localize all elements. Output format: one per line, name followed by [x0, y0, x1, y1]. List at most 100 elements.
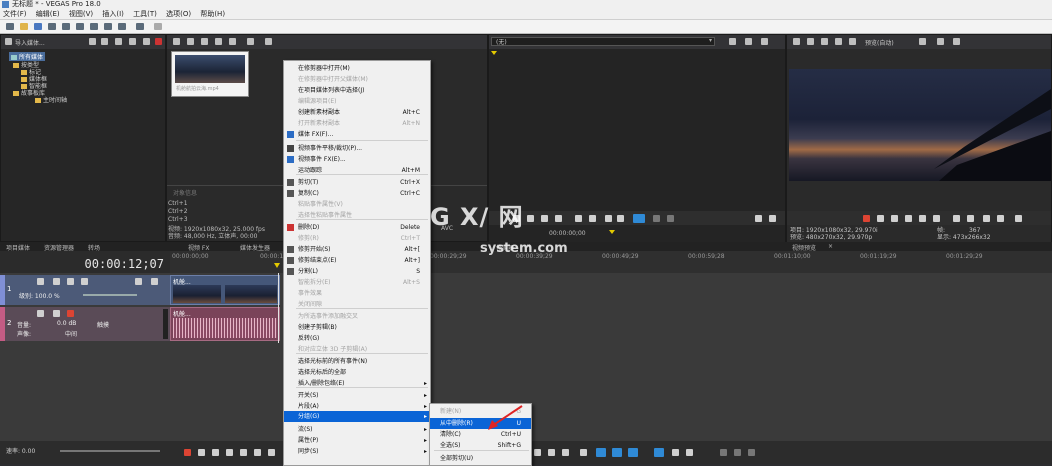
- pause-icon[interactable]: [919, 215, 926, 222]
- stop-icon[interactable]: [254, 449, 261, 456]
- pin-icon[interactable]: [729, 38, 736, 45]
- arm-record-icon[interactable]: [67, 310, 74, 317]
- forward-icon[interactable]: [617, 215, 624, 222]
- context-menu-item[interactable]: 复制(C) Ctrl+C: [284, 188, 430, 199]
- new-icon[interactable]: [6, 23, 14, 30]
- context-menu-item[interactable]: 流(S) ▸: [284, 424, 430, 435]
- context-menu-item[interactable]: 同步(S) ▸: [284, 446, 430, 457]
- mute-icon[interactable]: [135, 278, 142, 285]
- context-menu-item[interactable]: 选择光标前的所有事件(N): [284, 356, 430, 367]
- gear-icon[interactable]: [793, 38, 800, 45]
- edit-mode-icon[interactable]: [548, 449, 555, 456]
- rate-slider[interactable]: [60, 450, 160, 452]
- split-screen-icon[interactable]: [821, 38, 828, 45]
- next-frame-icon[interactable]: [589, 215, 596, 222]
- region-icon[interactable]: [720, 449, 727, 456]
- view-mode-icon[interactable]: [247, 38, 254, 45]
- stop-icon[interactable]: [555, 215, 562, 222]
- audio-track-header[interactable]: 2 音量: 0.0 dB 触摸 声像: 中间: [0, 307, 170, 341]
- context-menu-item[interactable]: 创建新素材副本 Alt+C: [284, 107, 430, 118]
- grid-icon[interactable]: [919, 38, 926, 45]
- record-icon[interactable]: [863, 215, 870, 222]
- play-icon[interactable]: [527, 215, 534, 222]
- menu-help[interactable]: 帮助(H): [200, 10, 225, 18]
- play-icon[interactable]: [201, 38, 208, 45]
- fx-icon[interactable]: [745, 38, 752, 45]
- media-thumbnail[interactable]: 机舱航拍云海.mp4: [171, 51, 249, 97]
- context-menu-item[interactable]: 创建子剪辑(B): [284, 322, 430, 333]
- delete-icon[interactable]: [155, 38, 162, 45]
- motion-icon[interactable]: [67, 278, 74, 285]
- context-menu-item[interactable]: 在修剪器中打开(M): [284, 63, 430, 74]
- lock-icon[interactable]: [534, 449, 541, 456]
- context-menu-item[interactable]: 分割(L) S: [284, 266, 430, 277]
- level-slider[interactable]: [83, 294, 137, 296]
- context-menu-item[interactable]: 在项目媒体列表中选择(J): [284, 85, 430, 96]
- play-from-start-icon[interactable]: [212, 449, 219, 456]
- play-icon[interactable]: [905, 215, 912, 222]
- prev-frame-icon[interactable]: [983, 215, 990, 222]
- collapse-icon[interactable]: [37, 278, 44, 285]
- mark-in-icon[interactable]: [653, 215, 660, 222]
- rewind-icon[interactable]: [605, 215, 612, 222]
- settings-icon[interactable]: [173, 38, 180, 45]
- command-marker-icon[interactable]: [748, 449, 755, 456]
- automation-mode[interactable]: 触摸: [97, 320, 109, 329]
- paste-icon[interactable]: [118, 23, 126, 30]
- save-snapshot-icon[interactable]: [953, 38, 960, 45]
- video-event[interactable]: 机舱...: [170, 275, 280, 305]
- video-track-header[interactable]: 1 级别: 100.0 %: [0, 275, 170, 305]
- fx-icon[interactable]: [807, 38, 814, 45]
- copy-snapshot-icon[interactable]: [937, 38, 944, 45]
- menu-edit[interactable]: 编辑(E): [36, 10, 60, 18]
- trim-icon[interactable]: [672, 449, 679, 456]
- close-icon[interactable]: ×: [828, 243, 833, 250]
- prev-frame-icon[interactable]: [575, 215, 582, 222]
- record-icon[interactable]: [184, 449, 191, 456]
- gear-icon[interactable]: [62, 23, 70, 30]
- stop-icon[interactable]: [933, 215, 940, 222]
- zoom-out-icon[interactable]: [755, 215, 762, 222]
- list-icon[interactable]: [1015, 215, 1022, 222]
- next-frame-icon[interactable]: [997, 215, 1004, 222]
- overlay-icon[interactable]: [835, 38, 842, 45]
- trimmer-dropdown[interactable]: (无): [491, 37, 715, 46]
- menu-insert[interactable]: 插入(I): [102, 10, 124, 18]
- play-icon[interactable]: [226, 449, 233, 456]
- composite-icon[interactable]: [81, 278, 88, 285]
- context-menu-item[interactable]: 选择光标后的全部: [284, 367, 430, 378]
- copy-icon[interactable]: [104, 23, 112, 30]
- auto-ripple-icon[interactable]: [580, 449, 587, 456]
- open-icon[interactable]: [20, 23, 28, 30]
- selection-tool-icon[interactable]: [628, 448, 638, 457]
- context-menu-item[interactable]: 反转(G): [284, 333, 430, 344]
- context-menu-item[interactable]: 视频事件 FX(E)...: [284, 154, 430, 165]
- context-menu-item[interactable]: 开关(S) ▸: [284, 390, 430, 401]
- auto-preview-icon[interactable]: [229, 38, 236, 45]
- capture-icon[interactable]: [89, 38, 96, 45]
- import-media-button[interactable]: 导入媒体...: [15, 38, 45, 47]
- loop-icon[interactable]: [198, 449, 205, 456]
- close-icon[interactable]: [761, 38, 768, 45]
- context-menu-item[interactable]: 修剪开始(S) Alt+[: [284, 244, 430, 255]
- loop-icon[interactable]: [877, 215, 884, 222]
- layers-icon[interactable]: [849, 38, 856, 45]
- collapse-icon[interactable]: [37, 310, 44, 317]
- context-menu-item[interactable]: 修剪结束点(E) Alt+]: [284, 255, 430, 266]
- fx-icon[interactable]: [187, 38, 194, 45]
- chevron-down-icon[interactable]: ▾: [709, 37, 712, 44]
- get-media-icon[interactable]: [101, 38, 108, 45]
- fx-icon[interactable]: [53, 278, 60, 285]
- audio-event[interactable]: 机舱...: [170, 307, 280, 341]
- context-menu-item[interactable]: 视频事件平移/裁切(P)...: [284, 143, 430, 154]
- context-menu-item[interactable]: 剪切(T) Ctrl+X: [284, 177, 430, 188]
- snap-icon[interactable]: [562, 449, 569, 456]
- zoom-icon[interactable]: [265, 38, 272, 45]
- cd-marker-icon[interactable]: [734, 449, 741, 456]
- play-from-start-icon[interactable]: [891, 215, 898, 222]
- playhead-marker-icon[interactable]: [274, 263, 280, 268]
- views-icon[interactable]: [115, 38, 122, 45]
- menu-file[interactable]: 文件(F): [3, 10, 27, 18]
- remove-icon[interactable]: [143, 38, 150, 45]
- split-tool-icon[interactable]: [654, 448, 664, 457]
